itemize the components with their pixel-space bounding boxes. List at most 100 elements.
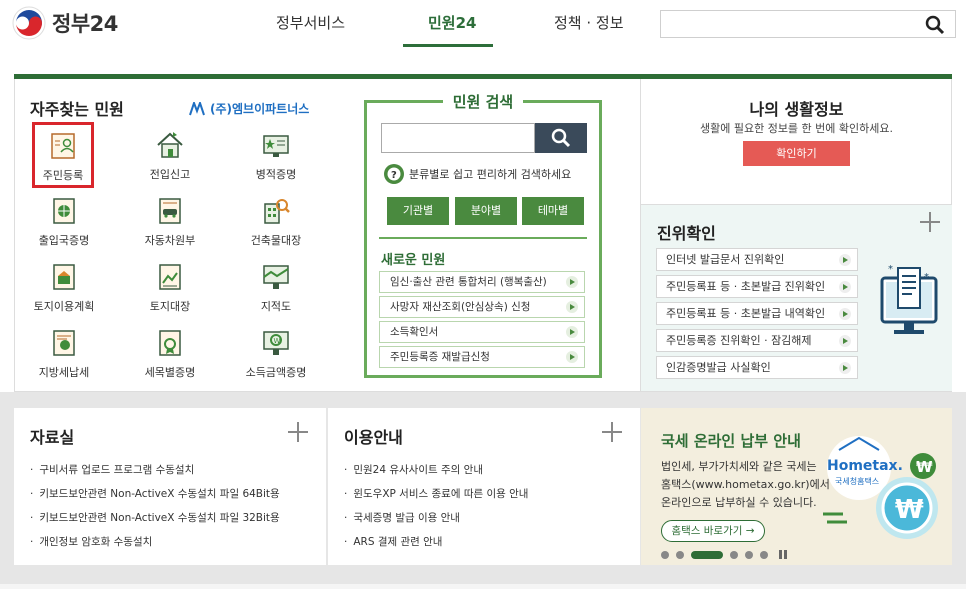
guide-title: 이용안내 — [344, 428, 403, 447]
partner-name: (주)엠브이파트너스 — [210, 102, 310, 116]
arrow-right-icon — [839, 254, 851, 266]
resources-item[interactable]: 구비서류 업로드 프로그램 수동설치 — [30, 462, 280, 486]
hometax-link-button[interactable]: 홈택스 바로가기 → — [661, 520, 765, 542]
verify-item[interactable]: 주민등록표 등 · 초본발급 진위확인 — [656, 275, 858, 298]
resources-list: 구비서류 업로드 프로그램 수동설치 키보드보안관련 Non-ActiveX 수… — [30, 462, 280, 558]
svg-text:*: * — [924, 272, 929, 283]
fav-item-land-use-plan[interactable]: 토지이용계획 — [24, 262, 104, 314]
fav-item-local-tax[interactable]: 지방세납세 — [24, 328, 104, 380]
fav-item-military-record[interactable]: 병적증명 — [236, 130, 316, 182]
verify-item-label: 인감증명발급 사실확인 — [666, 361, 771, 374]
partner-logo: (주)엠브이파트너스 — [188, 100, 309, 117]
arrow-right-icon — [566, 326, 578, 338]
verify-item-label: 인터넷 발급문서 진위확인 — [666, 253, 785, 266]
verify-item[interactable]: 주민등록증 진위확인 · 잠김해제 — [656, 329, 858, 352]
carousel-dot[interactable] — [730, 550, 738, 559]
house-move-icon — [157, 132, 183, 158]
nav-policy-info[interactable]: 정책 · 정보 — [554, 12, 624, 33]
land-plan-icon — [53, 264, 75, 290]
guide-card: 이용안내 민원24 유사사이트 주의 안내 윈도우XP 서비스 종료에 따른 이… — [328, 408, 640, 565]
pause-icon[interactable] — [779, 550, 787, 559]
fav-item-label: 자동차원부 — [144, 234, 196, 247]
won-symbol-small: ₩ — [916, 458, 933, 476]
carousel-dot[interactable] — [760, 550, 768, 559]
svg-text:W: W — [274, 337, 281, 345]
header: 정부24 정부서비스 민원24 정책 · 정보 — [0, 0, 966, 48]
verify-more-plus-icon[interactable] — [920, 212, 940, 232]
fav-item-tax-certificate[interactable]: 세목별증명 — [130, 328, 210, 380]
won-symbol-large: ₩ — [895, 495, 924, 525]
fav-item-income-certificate[interactable]: W 소득금액증명 — [236, 328, 316, 380]
carousel-pagination — [661, 550, 787, 559]
fav-item-label: 건축물대장 — [250, 234, 302, 247]
fav-item-label: 주민등록 — [42, 169, 84, 182]
civil-search-help: ? 분류별로 쉽고 편리하게 검색하세요 — [383, 163, 571, 185]
new-civil-item-label: 사망자 재산조회(안심상속) 신청 — [390, 301, 531, 313]
new-civil-item[interactable]: 임신·출산 관련 통합처리 (행복출산) — [379, 271, 585, 293]
fav-item-move-in[interactable]: 전입신고 — [130, 130, 210, 182]
nav-minwon24[interactable]: 민원24 — [428, 12, 476, 33]
new-civil-item[interactable]: 사망자 재산조회(안심상속) 신청 — [379, 296, 585, 318]
resources-item[interactable]: 키보드보안관련 Non-ActiveX 수동설치 파일 64Bit용 — [30, 486, 279, 510]
verify-title: 진위확인 — [657, 224, 716, 243]
carousel-dot[interactable] — [745, 550, 753, 559]
life-info-check-button[interactable]: 확인하기 — [743, 141, 850, 166]
carousel-dot[interactable] — [661, 550, 669, 559]
resident-registration-icon — [51, 133, 75, 159]
resources-more-plus-icon[interactable] — [288, 422, 308, 442]
search-icon[interactable] — [925, 15, 945, 35]
svg-text:?: ? — [391, 170, 397, 181]
new-civil-item-label: 소득확인서 — [390, 326, 439, 338]
hometax-logo-text: Hometax. — [827, 458, 903, 474]
tax-banner-desc: 법인세, 부가가치세와 같은 국세는 홈택스(www.hometax.go.kr… — [661, 458, 831, 512]
resources-title: 자료실 — [30, 428, 75, 447]
fav-item-land-register[interactable]: 토지대장 — [130, 262, 210, 314]
fav-item-label: 세목별증명 — [144, 366, 196, 379]
hometax-sub-text: 국세청홈택스 — [835, 476, 879, 486]
monitor-document-icon: * * — [880, 264, 938, 334]
top-search-input[interactable] — [661, 11, 911, 37]
verify-item-label: 주민등록증 진위확인 · 잠김해제 — [666, 334, 812, 347]
fav-item-building-register[interactable]: 건축물대장 — [236, 196, 316, 248]
fav-item-resident-registration[interactable]: 주민등록 — [32, 122, 94, 188]
guide-item[interactable]: 국세증명 발급 이용 안내 — [344, 510, 528, 534]
civil-search-input[interactable] — [381, 123, 535, 153]
tax-desc-line: 홈택스(www.hometax.go.kr)에서 — [661, 478, 830, 491]
tax-certificate-icon — [159, 330, 181, 356]
partner-mark-icon — [189, 101, 205, 115]
civil-search-title-wrap: 민원 검색 — [367, 91, 599, 112]
carousel-dot[interactable] — [676, 550, 684, 559]
fav-item-label: 지방세납세 — [38, 366, 90, 379]
top-search-box — [660, 10, 956, 38]
verify-item-label: 주민등록표 등 · 초본발급 진위확인 — [666, 280, 826, 293]
fav-item-immigration[interactable]: 출입국증명 — [24, 196, 104, 248]
question-icon: ? — [384, 164, 404, 184]
fav-item-vehicle-register[interactable]: 자동차원부 — [130, 196, 210, 248]
verify-item[interactable]: 인터넷 발급문서 진위확인 — [656, 248, 858, 271]
verify-item[interactable]: 인감증명발급 사실확인 — [656, 356, 858, 379]
fav-item-label: 출입국증명 — [38, 234, 90, 247]
guide-item[interactable]: ARS 결제 관련 안내 — [344, 534, 528, 558]
new-civil-item[interactable]: 소득확인서 — [379, 321, 585, 343]
fav-item-cadastral-map[interactable]: 지적도 — [236, 262, 316, 314]
category-by-agency-button[interactable]: 기관별 — [387, 197, 449, 225]
resources-item[interactable]: 키보드보안관련 Non-ActiveX 수동설치 파일 32Bit용 — [30, 510, 279, 534]
guide-more-plus-icon[interactable] — [602, 422, 622, 442]
military-record-icon — [263, 135, 289, 157]
verify-item[interactable]: 주민등록표 등 · 초본발급 내역확인 — [656, 302, 858, 325]
resources-item[interactable]: 개인정보 암호화 수동설치 — [30, 534, 280, 558]
site-logo[interactable]: 정부24 — [12, 6, 118, 40]
nav-government-services[interactable]: 정부서비스 — [276, 12, 345, 33]
civil-search-button[interactable] — [535, 123, 587, 153]
resources-card: 자료실 구비서류 업로드 프로그램 수동설치 키보드보안관련 Non-Activ… — [14, 408, 326, 565]
active-nav-indicator — [403, 44, 493, 47]
new-civil-item[interactable]: 주민등록증 재발급신청 — [379, 346, 585, 368]
car-document-icon — [159, 198, 181, 224]
carousel-dot-active[interactable] — [691, 550, 723, 559]
tax-desc-line: 온라인으로 납부하실 수 있습니다. — [661, 496, 817, 509]
footer-edge — [0, 584, 966, 589]
guide-item[interactable]: 민원24 유사사이트 주의 안내 — [344, 462, 528, 486]
category-by-theme-button[interactable]: 테마별 — [522, 197, 584, 225]
category-by-field-button[interactable]: 분야별 — [455, 197, 517, 225]
guide-item[interactable]: 윈도우XP 서비스 종료에 따른 이용 안내 — [344, 486, 528, 510]
